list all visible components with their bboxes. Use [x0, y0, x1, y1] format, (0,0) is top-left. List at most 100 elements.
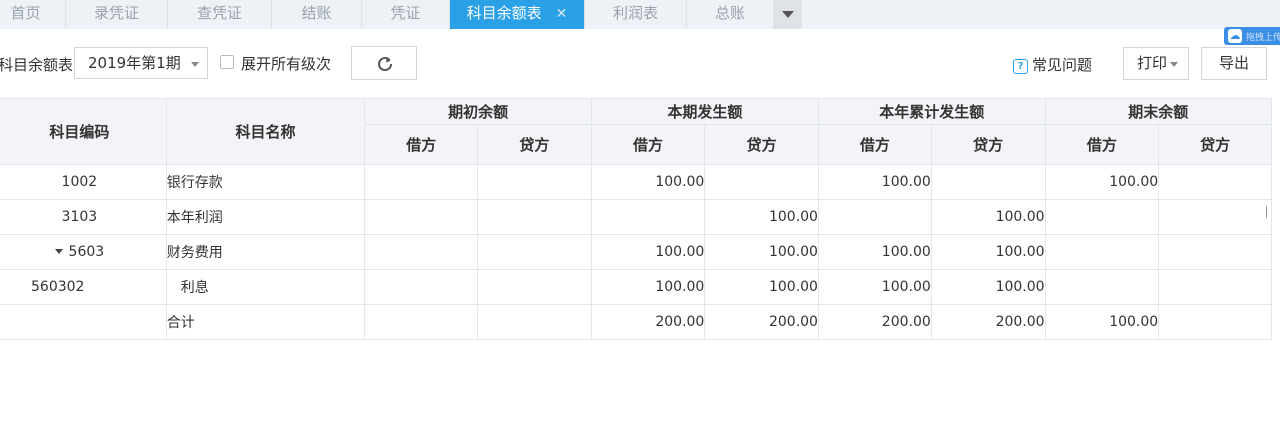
- upload-widget-label: 拖拽上传: [1246, 33, 1280, 43]
- cell-name[interactable]: 本年利润: [165, 199, 366, 235]
- cell-opening-debit: [364, 269, 479, 305]
- cell-ytd-debit: 200.00: [817, 304, 932, 340]
- cell-name[interactable]: 银行存款: [165, 164, 366, 200]
- cell-opening-credit: [477, 269, 592, 305]
- cell-period-debit: 100.00: [590, 164, 706, 200]
- tab-label: 结账: [301, 4, 332, 22]
- tab-label: 录凭证: [93, 4, 139, 22]
- scroll-edge-marker: [1266, 206, 1267, 218]
- export-label: 导出: [1218, 54, 1249, 72]
- cell-closing-debit: 100.00: [1044, 164, 1160, 200]
- cell-code: [0, 304, 167, 340]
- cell-period-credit: 100.00: [704, 269, 819, 305]
- tab-close-accounts[interactable]: 结账: [272, 0, 362, 29]
- cell-name[interactable]: 财务费用: [165, 234, 366, 270]
- cell-opening-debit: [364, 304, 479, 340]
- cell-closing-credit: [1158, 199, 1272, 235]
- cell-code[interactable]: 5603: [0, 234, 167, 270]
- cell-code[interactable]: 560302: [0, 269, 167, 305]
- report-label: 科目余额表: [0, 56, 74, 74]
- print-label: 打印: [1137, 54, 1168, 72]
- tab-enter-voucher[interactable]: 录凭证: [66, 0, 168, 29]
- period-select[interactable]: 2019年第1期: [74, 47, 208, 79]
- cell-period-debit: 100.00: [590, 234, 706, 270]
- header-credit: 贷方: [704, 124, 819, 165]
- tab-general-ledger[interactable]: 总账: [687, 0, 774, 29]
- tab-home[interactable]: 首页: [0, 0, 66, 29]
- expand-all-label[interactable]: 展开所有级次: [241, 53, 331, 74]
- header-credit: 贷方: [930, 124, 1046, 165]
- cell-ytd-debit: [817, 199, 932, 235]
- cell-ytd-credit: 200.00: [930, 304, 1046, 340]
- header-debit: 借方: [364, 124, 479, 165]
- cell-period-credit: [704, 164, 819, 200]
- print-button[interactable]: 打印: [1123, 47, 1189, 80]
- expand-all-checkbox[interactable]: [220, 55, 234, 69]
- tab-label: 总账: [714, 4, 745, 22]
- cell-opening-debit: [364, 234, 479, 270]
- tab-account-balance[interactable]: 科目余额表 ✕: [450, 0, 585, 29]
- cell-code-text: 5603: [68, 244, 105, 260]
- cell-code[interactable]: 3103: [0, 199, 167, 235]
- cell-closing-debit: [1044, 269, 1160, 305]
- table-row[interactable]: 5603 财务费用 100.00 100.00 100.00 100.00: [0, 234, 1272, 270]
- export-button[interactable]: 导出: [1201, 47, 1267, 80]
- cell-ytd-credit: 100.00: [930, 234, 1046, 270]
- table-row[interactable]: 1002 银行存款 100.00 100.00 100.00: [0, 164, 1272, 200]
- cell-closing-credit: [1158, 304, 1272, 340]
- chevron-down-icon: [191, 62, 199, 67]
- cell-period-debit: 200.00: [590, 304, 706, 340]
- tab-query-voucher[interactable]: 查凭证: [168, 0, 272, 29]
- tab-label: 科目余额表: [466, 4, 542, 22]
- refresh-button[interactable]: [351, 46, 417, 80]
- table-row[interactable]: 560302 利息 100.00 100.00 100.00 100.00: [0, 269, 1272, 305]
- tab-overflow-button[interactable]: [774, 0, 802, 29]
- cell-closing-credit: [1158, 269, 1272, 305]
- tab-income-statement[interactable]: 利润表: [585, 0, 687, 29]
- header-account-name[interactable]: 科目名称: [165, 98, 366, 165]
- cell-closing-debit: [1044, 234, 1160, 270]
- tab-bar: 首页 录凭证 查凭证 结账 凭证 科目余额表 ✕ 利润表 总账: [0, 0, 1280, 29]
- header-debit: 借方: [817, 124, 932, 165]
- tab-label: 查凭证: [196, 4, 242, 22]
- tab-voucher[interactable]: 凭证: [362, 0, 450, 29]
- header-account-code[interactable]: 科目编码: [0, 98, 167, 165]
- cell-closing-debit: [1044, 199, 1160, 235]
- period-value: 2019年第1期: [88, 54, 181, 72]
- table-total-row: 合计 200.00 200.00 200.00 200.00 100.00: [0, 304, 1272, 340]
- caret-down-icon[interactable]: [54, 249, 63, 254]
- cell-period-credit: 100.00: [704, 199, 819, 235]
- close-icon[interactable]: ✕: [556, 6, 568, 22]
- cell-ytd-debit: 100.00: [817, 269, 932, 305]
- upload-widget[interactable]: ☁ 拖拽上传: [1224, 27, 1280, 45]
- cloud-icon: ☁: [1228, 29, 1242, 43]
- header-debit: 借方: [1044, 124, 1160, 165]
- cell-period-debit: [590, 199, 706, 235]
- cell-opening-credit: [477, 164, 592, 200]
- cell-period-credit: 100.00: [704, 234, 819, 270]
- refresh-icon: [378, 57, 393, 72]
- header-credit: 贷方: [1158, 124, 1272, 165]
- header-period-amount: 本期发生额: [590, 98, 819, 125]
- cell-opening-credit: [477, 304, 592, 340]
- cell-ytd-credit: 100.00: [930, 269, 1046, 305]
- chevron-down-icon: [1170, 62, 1178, 67]
- cell-opening-debit: [364, 199, 479, 235]
- table-row[interactable]: 3103 本年利润 100.00 100.00: [0, 199, 1272, 235]
- cell-name[interactable]: 利息: [165, 269, 366, 305]
- cell-ytd-debit: 100.00: [817, 234, 932, 270]
- cell-name: 合计: [165, 304, 366, 340]
- header-opening-balance: 期初余额: [364, 98, 592, 125]
- cell-closing-credit: [1158, 164, 1272, 200]
- faq-link[interactable]: ? 常见问题: [1013, 54, 1092, 75]
- tab-label: 首页: [10, 4, 41, 22]
- cell-code[interactable]: 1002: [0, 164, 167, 200]
- header-ytd-amount: 本年累计发生额: [817, 98, 1046, 125]
- cell-ytd-credit: 100.00: [930, 199, 1046, 235]
- account-balance-table: 科目编码 科目名称 期初余额 本期发生额 本年累计发生额 期末余额 借方 贷方 …: [0, 98, 1273, 340]
- faq-label: 常见问题: [1032, 56, 1093, 74]
- cell-opening-credit: [477, 234, 592, 270]
- tab-label: 凭证: [390, 4, 421, 22]
- header-credit: 贷方: [477, 124, 592, 165]
- cell-opening-credit: [477, 199, 592, 235]
